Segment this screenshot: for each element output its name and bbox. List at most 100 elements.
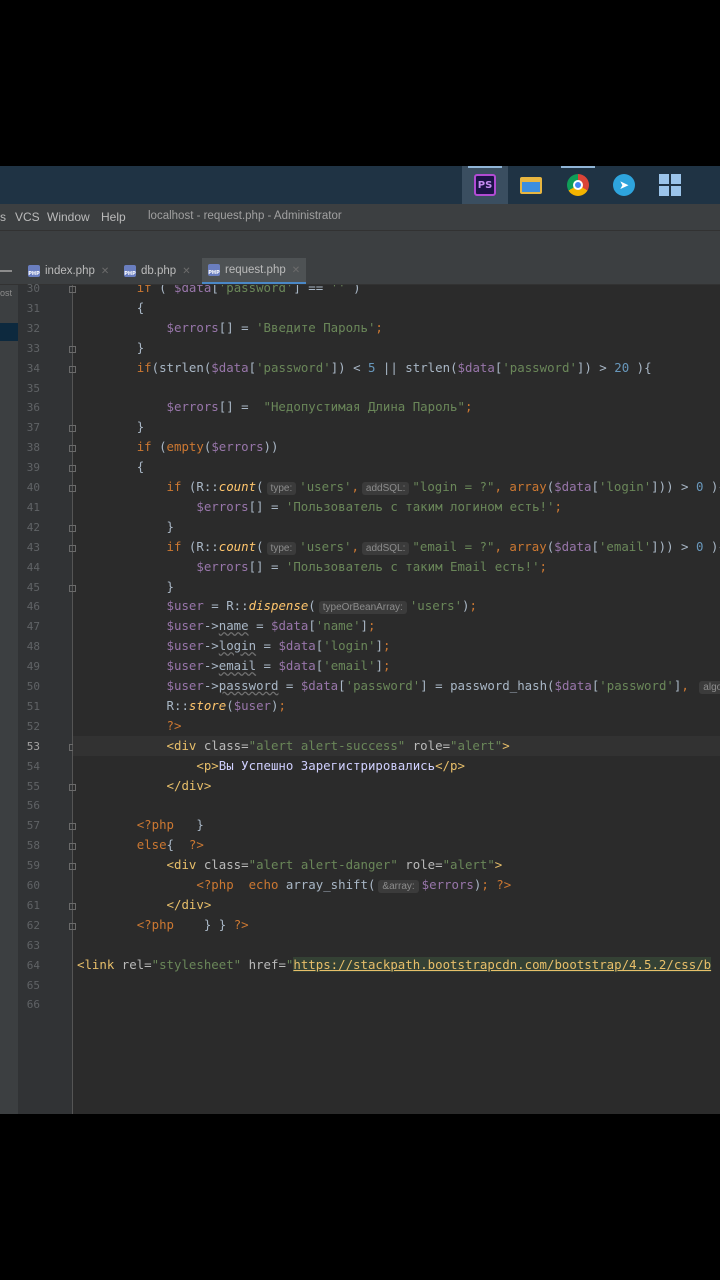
close-icon[interactable]: ✕ — [292, 265, 300, 276]
code-token: "alert alert-danger" — [248, 857, 398, 873]
code-line[interactable]: $user = R::dispense(typeOrBeanArray:'use… — [77, 596, 477, 616]
menu-item-vcs[interactable]: VCS — [15, 210, 40, 224]
collapse-icon[interactable] — [0, 270, 12, 272]
code-line[interactable]: <div class="alert alert-danger" role="al… — [77, 855, 503, 875]
code-line[interactable]: { — [77, 457, 144, 477]
code-token: ; — [382, 658, 391, 674]
code-token: Вы Успешно Зарегистрировались — [218, 757, 436, 773]
tab-request-php[interactable]: PHP request.php ✕ — [202, 258, 307, 284]
line-number: 59 — [26, 859, 40, 873]
line-number: 40 — [26, 481, 40, 494]
code-editor[interactable]: if ( $data['password'] == '' ) { $errors… — [73, 285, 720, 1114]
code-token: $data — [300, 678, 339, 693]
taskbar-explorer-button[interactable] — [508, 166, 554, 204]
code-line[interactable]: if(strlen($data['password']) < 5 || strl… — [77, 358, 652, 378]
code-line[interactable]: $errors[] = "Недопустимая Длина Пароль"; — [77, 397, 473, 417]
code-token: , — [681, 678, 697, 693]
code-line[interactable]: <link rel="stylesheet" href="https://sta… — [77, 955, 712, 975]
project-panel-strip[interactable]: ost — [0, 285, 18, 1114]
close-icon[interactable]: ✕ — [101, 266, 109, 277]
selected-project-item[interactable] — [0, 323, 18, 341]
close-icon[interactable]: ✕ — [182, 266, 190, 277]
menu-item-help[interactable]: Help — [101, 210, 126, 224]
windows-taskbar: PS ➤ — [0, 166, 720, 204]
code-line[interactable]: if ( $data['password'] == '' ) — [77, 285, 361, 298]
code-line[interactable]: <?php echo array_shift(&array: $errors); … — [77, 875, 511, 895]
code-token: $errors — [196, 498, 249, 514]
code-token: ( — [151, 439, 167, 455]
line-number-gutter: 30 31 32 33 34 35 36 37 38 39 40 41 42 43 44 45 46 47 48 49… — [18, 282, 76, 1114]
code-line[interactable]: <div class="alert alert-success" role="a… — [77, 736, 510, 756]
code-token: </p> — [435, 757, 465, 773]
code-token: 'password' — [218, 285, 294, 295]
tab-label: db.php — [141, 265, 177, 277]
tab-index-php[interactable]: PHP index.php ✕ — [22, 258, 115, 284]
code-token: , — [351, 538, 359, 554]
code-line[interactable]: </div> — [77, 776, 212, 796]
code-token: } — [166, 518, 174, 534]
code-line[interactable]: } — [77, 417, 144, 437]
code-token: $data — [271, 618, 309, 634]
line-number: 66 — [26, 998, 40, 1012]
code-line[interactable]: $errors[] = 'Введите Пароль'; — [77, 318, 383, 338]
code-token: $data — [278, 638, 316, 654]
parameter-hint: type: — [266, 541, 297, 555]
line-number: 47 — [26, 620, 40, 634]
line-number: 31 — [26, 301, 40, 315]
taskbar-telegram-button[interactable]: ➤ — [601, 166, 647, 204]
code-line[interactable]: $user->login = $data['login']; — [77, 636, 391, 656]
tab-db-php[interactable]: PHP db.php ✕ — [118, 258, 197, 284]
line-number: 38 — [26, 441, 40, 455]
code-line[interactable]: } — [77, 577, 174, 597]
code-token: array — [509, 538, 547, 554]
code-token: class= — [203, 857, 249, 873]
code-line[interactable]: <?php } } ?> — [77, 915, 249, 935]
code-token: 'login' — [598, 479, 652, 494]
code-line[interactable]: else{ ?> — [77, 835, 204, 855]
line-number: 65 — [26, 978, 40, 992]
code-line[interactable]: ?> — [77, 716, 182, 736]
code-token: || strlen( — [375, 359, 458, 375]
line-number: 46 — [26, 600, 40, 614]
php-file-icon: PHP — [28, 265, 40, 277]
line-number: 42 — [26, 520, 40, 534]
code-token: ( — [226, 697, 234, 713]
code-line[interactable]: } — [77, 338, 144, 358]
line-number: 58 — [26, 839, 40, 853]
code-token: { — [136, 299, 145, 315]
code-token: 'login' — [323, 638, 376, 654]
code-line[interactable]: if (empty($errors)) — [77, 437, 279, 457]
code-line[interactable]: </div> — [77, 895, 212, 915]
menu-item-window[interactable]: Window — [47, 210, 90, 224]
code-token: login — [218, 638, 257, 654]
code-token: , — [494, 479, 510, 494]
code-line[interactable]: R::store($user); — [77, 696, 286, 716]
code-line[interactable]: <?php } — [77, 815, 204, 835]
code-token: $data — [457, 359, 495, 375]
code-line[interactable]: $user->email = $data['email']; — [77, 656, 391, 676]
code-token: "stylesheet" — [151, 956, 242, 972]
code-token: ])) > — [651, 479, 696, 494]
code-line[interactable]: if (R::count(type:'users', addSQL: "login … — [77, 477, 720, 497]
code-line[interactable]: <p>Вы Успешно Зарегистрировались</p> — [77, 756, 465, 776]
code-line[interactable]: if (R::count(type:'users', addSQL: "email … — [77, 537, 720, 557]
taskbar-chrome-button[interactable] — [555, 166, 601, 204]
code-line[interactable]: } — [77, 517, 174, 537]
code-token: </div> — [166, 777, 212, 793]
code-token: $data — [554, 678, 592, 693]
code-token: ( — [256, 538, 264, 554]
code-line[interactable]: $user->name = $data['name']; — [77, 616, 376, 636]
code-line[interactable]: $user->password = $data['password'] = pa… — [77, 676, 720, 696]
code-token: $data — [278, 658, 316, 674]
code-line[interactable]: { — [77, 298, 144, 318]
taskbar-phpstorm-button[interactable]: PS — [462, 166, 508, 204]
code-token: <p> — [196, 757, 219, 773]
code-token: [] = — [218, 399, 264, 415]
code-token: <div — [166, 857, 204, 873]
code-line[interactable]: $errors[] = 'Пользователь с таким логино… — [77, 497, 562, 517]
code-line[interactable]: $errors[] = 'Пользователь с таким Email … — [77, 557, 547, 577]
taskbar-windows-button[interactable] — [647, 166, 693, 204]
code-token: [] = — [218, 319, 257, 335]
menu-item-truncated[interactable]: s — [0, 210, 6, 224]
code-token: <?php — [136, 916, 174, 932]
